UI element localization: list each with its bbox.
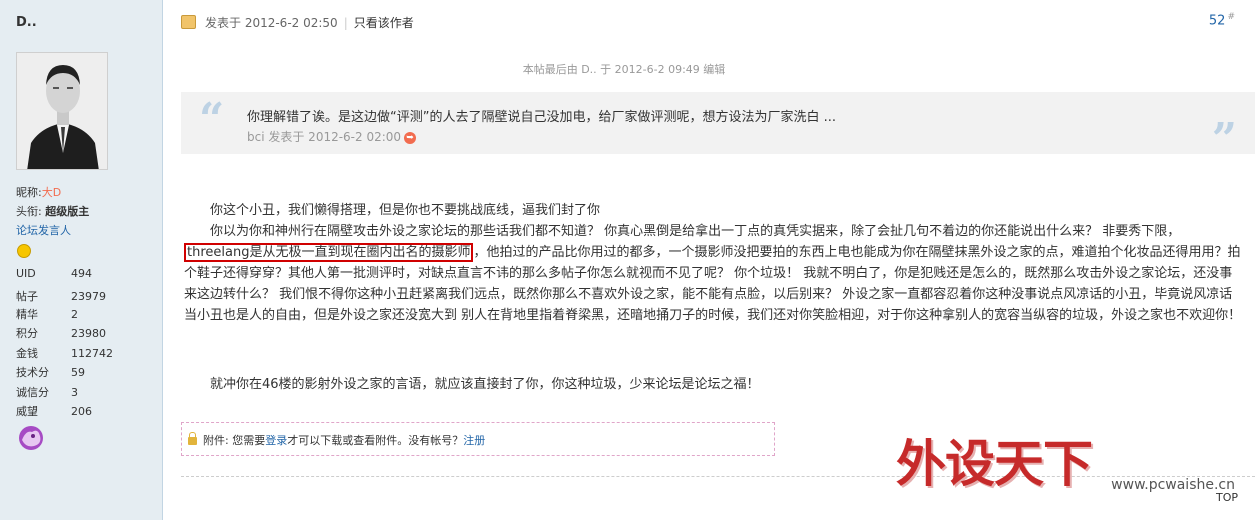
stat-label: 积分 — [16, 327, 38, 340]
stat-prestige: 威望 206 — [16, 403, 92, 419]
quote-close-icon: ” — [1211, 114, 1237, 165]
stat-label: 威望 — [16, 405, 38, 418]
paragraph-2-text-before: 你以为你和神州行在隔壁攻击外设之家论坛的那些话我们都不知道？ 你真心黑倒是给拿出… — [210, 224, 1181, 239]
post-timestamp: 发表于 2012-6-2 02:50 — [205, 16, 338, 30]
quote-block: “ 你理解错了诶。是这边做“评测”的人去了隔壁说自己没加电，给厂家做评测呢，想方… — [181, 92, 1255, 162]
floor-hash: # — [1227, 12, 1235, 22]
register-link[interactable]: 注册 — [463, 434, 485, 447]
nickname-line: 昵称:大D — [16, 184, 61, 200]
stat-label: 帖子 — [16, 290, 38, 303]
login-link[interactable]: 登录 — [265, 434, 287, 447]
post-paragraph-3: 就冲你在46楼的影射外设之家的言语，就应该直接封了你，你这种垃圾，少来论坛是论坛… — [184, 374, 1242, 395]
stat-label: 诚信分 — [16, 386, 49, 399]
stat-value: 206 — [71, 405, 92, 418]
quote-text: 你理解错了诶。是这边做“评测”的人去了隔壁说自己没加电，给厂家做评测呢，想方设法… — [247, 110, 836, 125]
stat-value[interactable]: 23980 — [71, 327, 106, 340]
attachment-label: 附件: — [203, 434, 229, 447]
stat-value[interactable]: 2 — [71, 308, 78, 321]
stat-integrity: 诚信分 3 — [16, 384, 78, 400]
stat-posts: 帖子 23979 — [16, 288, 106, 304]
user-title-value: 超级版主 — [45, 205, 90, 218]
quote-author-time: bci 发表于 2012-6-2 02:00 — [247, 130, 402, 144]
post-paragraph-2: 你以为你和神州行在隔壁攻击外设之家论坛的那些话我们都不知道？ 你真心黑倒是给拿出… — [184, 221, 1242, 326]
post-meta: 发表于 2012-6-2 02:50 | 只看该作者 — [205, 14, 414, 31]
attachment-box: 附件: 您需要登录才可以下载或查看附件。没有帐号？注册 — [181, 422, 775, 456]
only-author-link[interactable]: 只看该作者 — [354, 16, 414, 30]
attachment-notice: 附件: 您需要登录才可以下载或查看附件。没有帐号？注册 — [188, 432, 485, 448]
stat-value: 112742 — [71, 347, 113, 360]
stat-label: UID — [16, 267, 36, 280]
site-watermark: 外设天下 www.pcwaishe.cn — [896, 424, 1243, 496]
quote-open-icon: “ — [199, 94, 225, 145]
smiley-icon — [17, 244, 31, 258]
watermark-logo-text: 外设天下 — [896, 435, 1093, 493]
stat-value[interactable]: 23979 — [71, 290, 106, 303]
nickname-value: 大D — [41, 186, 62, 199]
edit-note: 本帖最后由 D.. 于 2012-6-2 09:49 编辑 — [522, 63, 726, 76]
stat-value: 3 — [71, 386, 78, 399]
stat-value[interactable]: 494 — [71, 267, 92, 280]
stat-label: 金钱 — [16, 347, 38, 360]
stat-value: 59 — [71, 366, 85, 379]
attachment-text-before: 您需要 — [228, 434, 266, 447]
lock-icon — [188, 432, 197, 445]
paragraph-1-text: 你这个小丑，我们懒得搭理，但是你也不要挑战底线，逼我们封了你 — [210, 203, 601, 218]
attachment-text-mid: 才可以下载或查看附件。没有帐号？ — [287, 434, 464, 447]
user-group-link[interactable]: 论坛发言人 — [16, 224, 71, 237]
stat-digest: 精华 2 — [16, 306, 78, 322]
author-username[interactable]: D.. — [16, 15, 37, 30]
medal-icon[interactable] — [16, 424, 46, 452]
floor-number-value[interactable]: 52 — [1209, 13, 1226, 28]
user-title-line: 头衔: 超级版主 — [16, 203, 89, 219]
post-paragraph-1: 你这个小丑，我们懒得搭理，但是你也不要挑战底线，逼我们封了你 — [184, 200, 1242, 221]
stat-money: 金钱 112742 — [16, 345, 113, 361]
meta-separator: | — [343, 16, 348, 30]
post-status-icon — [181, 15, 196, 29]
highlighted-phrase: threelang是从无极一直到现在圈内出名的摄影师 — [184, 243, 474, 262]
user-title-label: 头衔: — [16, 205, 42, 218]
back-to-top-button[interactable]: TOP — [1216, 491, 1238, 504]
stat-label: 技术分 — [16, 366, 49, 379]
quote-attribution: bci 发表于 2012-6-2 02:00 ➥ — [247, 128, 417, 145]
stat-uid: UID 494 — [16, 267, 92, 280]
stat-label: 精华 — [16, 308, 38, 321]
nickname-label: 昵称: — [16, 186, 42, 199]
jump-to-post-icon[interactable]: ➥ — [404, 131, 417, 144]
floor-number[interactable]: 52 # — [1209, 12, 1235, 28]
avatar[interactable] — [16, 52, 108, 170]
stat-points: 积分 23980 — [16, 325, 106, 341]
author-sidebar: D.. 昵称:大D 头衔: 超级版主 论坛发言人 UID 494 帖子 23979 … — [0, 0, 163, 520]
stat-tech: 技术分 59 — [16, 364, 85, 380]
paragraph-3-text: 就冲你在46楼的影射外设之家的言语，就应该直接封了你，你这种垃圾，少来论坛是论坛… — [210, 377, 760, 392]
user-group-line[interactable]: 论坛发言人 — [16, 222, 71, 238]
